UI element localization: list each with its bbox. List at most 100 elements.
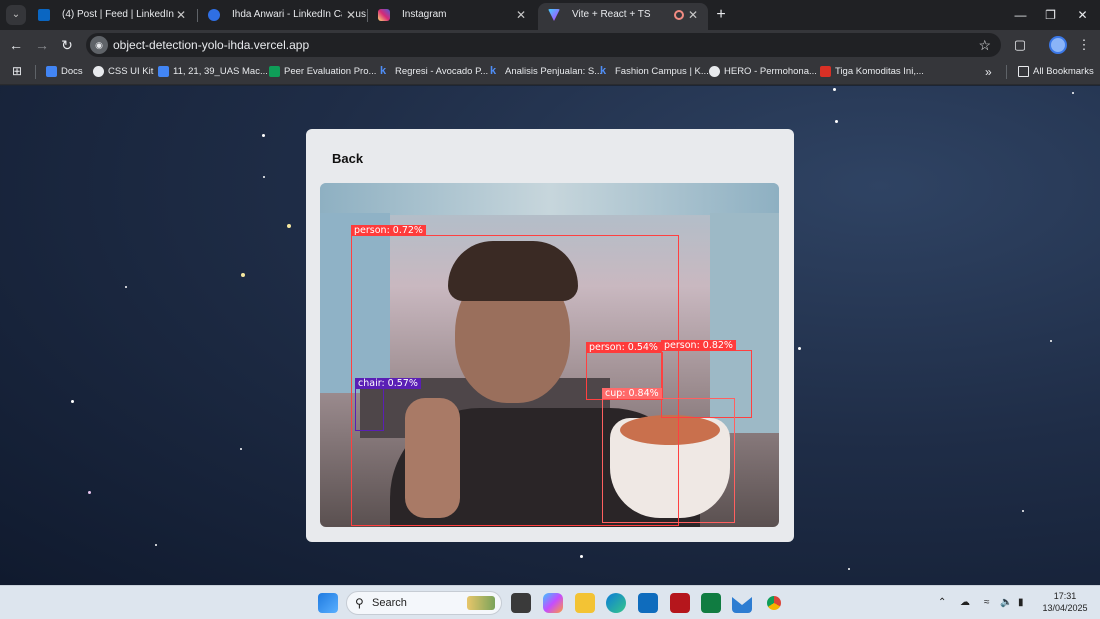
sheets-icon [269,66,280,77]
bookmark-peer-evaluation[interactable]: Peer Evaluation Pro... [269,60,376,84]
star-dot [88,491,91,494]
bookmark-hero[interactable]: HERO - Permohona... [709,60,817,84]
tab-vite-react[interactable]: Vite + React + TS ✕ [538,3,708,30]
bookmark-label: Peer Evaluation Pro... [284,66,377,77]
onedrive-icon[interactable]: ☁ [960,595,970,611]
mail-icon[interactable] [732,597,752,613]
volume-icon[interactable]: 🔈 [1000,595,1012,611]
xbox-icon[interactable] [701,593,721,613]
tab-search-chevron-icon[interactable]: ⌄ [6,5,26,25]
url-text: object-detection-yolo-ihda.vercel.app [113,38,310,52]
extensions-icon[interactable]: ▢ [1010,35,1030,55]
outlook-icon[interactable] [638,593,658,613]
browser-menu-icon[interactable]: ⋮ [1074,35,1094,55]
bookmark-label: Tiga Komoditas Ini,... [835,66,924,77]
show-hidden-icons-icon[interactable]: ⌃ [938,595,946,611]
app-red-icon[interactable] [670,593,690,613]
back-arrow-icon[interactable]: ← [6,35,26,55]
kaggle-icon: k [600,65,607,77]
bookmark-analisis-penjualan[interactable]: k Analisis Penjualan: S... [490,60,602,84]
bookmark-label: Analisis Penjualan: S... [505,66,603,77]
star-dot [580,555,583,558]
search-placeholder: Search [372,597,407,609]
star-dot [835,120,838,123]
address-bar[interactable]: ◉ object-detection-yolo-ihda.vercel.app … [86,33,1001,57]
kaggle-icon: k [380,65,387,77]
linkedin-icon [38,9,50,21]
star-dot [1072,92,1074,94]
all-bookmarks-folder[interactable]: All Bookmarks [1018,60,1094,84]
close-tab-icon[interactable]: ✕ [341,3,356,27]
edge-icon[interactable] [606,593,626,613]
bookmark-regresi[interactable]: k Regresi - Avocado P... [380,60,488,84]
docs-icon [46,66,57,77]
new-tab-button[interactable]: + [712,5,730,25]
chrome-icon[interactable] [764,593,784,613]
star-dot [155,544,157,546]
folder-icon [1018,66,1029,77]
star-dot [833,88,836,91]
detection-label: chair: 0.57% [355,378,421,389]
carousel-icon [208,9,220,21]
detection-label: cup: 0.84% [602,388,662,399]
taskbar-search-input[interactable]: ⚲ Search [346,591,502,615]
bookmark-uas[interactable]: 11, 21, 39_UAS Mac... [158,60,268,84]
tab-bar: ⌄ (4) Post | Feed | LinkedIn ✕ Ihda Anwa… [0,0,1100,30]
kaggle-icon: k [490,65,497,77]
battery-icon[interactable]: ▮ [1018,595,1024,611]
globe-icon [93,66,104,77]
bookmark-tiga-komoditas[interactable]: Tiga Komoditas Ini,... [820,60,924,84]
bookmark-fashion-campus[interactable]: k Fashion Campus | K... [600,60,709,84]
forward-arrow-icon[interactable]: → [32,35,52,55]
reload-icon[interactable]: ↻ [57,35,77,55]
star-dot [848,568,850,570]
tab-linkedin-feed[interactable]: (4) Post | Feed | LinkedIn ✕ [28,3,196,30]
taskbar-clock[interactable]: 17:31 13/04/2025 [1040,590,1090,614]
windows-start-icon[interactable] [318,593,338,613]
star-dot [798,347,801,350]
bookmark-divider [35,65,36,79]
restore-icon[interactable]: ❐ [1033,0,1068,30]
clock-time: 17:31 [1053,591,1077,601]
bookmark-label: HERO - Permohona... [724,66,817,77]
close-window-icon[interactable]: ✕ [1065,0,1100,30]
tab-instagram[interactable]: Instagram ✕ [368,3,536,30]
webcam-video-feed: person: 0.72% person: 0.54% person: 0.82… [320,183,779,527]
star-dot [262,134,265,137]
ceiling [320,183,779,215]
bookmark-star-icon[interactable]: ☆ [978,33,991,57]
profile-avatar-icon[interactable] [1049,36,1067,54]
bookmarks-bar: ⊞ Docs CSS UI Kit 11, 21, 39_UAS Mac... … [0,60,1100,85]
vite-icon [548,9,560,21]
star-dot [241,273,245,277]
tab-title: Instagram [402,9,447,20]
detection-label: person: 0.82% [661,340,736,351]
clock-date: 13/04/2025 [1042,603,1088,613]
star-dot [240,448,242,450]
detection-card: Back person: 0.72% person: 0.54% person:… [306,129,794,542]
wifi-icon[interactable]: ≈ [984,595,990,611]
close-tab-icon[interactable]: ✕ [688,3,698,27]
bookmark-css-ui-kit[interactable]: CSS UI Kit [93,60,153,84]
copilot-icon[interactable] [543,593,563,613]
bookmark-label: Regresi - Avocado P... [395,66,489,77]
close-tab-icon[interactable]: ✕ [516,3,526,27]
apps-grid-icon[interactable]: ⊞ [12,64,26,78]
close-tab-icon[interactable]: ✕ [176,3,186,27]
bookmark-label: All Bookmarks [1033,66,1094,77]
docs-icon [158,66,169,77]
browser-toolbar: ← → ↻ ◉ object-detection-yolo-ihda.verce… [0,30,1100,60]
recording-indicator-icon [674,10,684,20]
detection-box-cup: cup: 0.84% [602,388,735,523]
task-view-icon[interactable] [511,593,531,613]
tab-linkedin-carousel[interactable]: Ihda Anwari - LinkedIn Carousel ✕ [198,3,366,30]
bookmark-docs[interactable]: Docs [46,60,83,84]
more-bookmarks-icon[interactable]: » [985,60,992,84]
file-explorer-icon[interactable] [575,593,595,613]
site-info-icon[interactable]: ◉ [90,36,108,54]
search-icon: ⚲ [355,596,364,610]
star-dot [1022,510,1024,512]
detection-label: person: 0.72% [351,225,426,236]
back-button[interactable]: Back [332,151,363,166]
windows-taskbar: ⚲ Search ⌃ ☁ ≈ 🔈 ▮ 17:31 13/04/2025 [0,585,1100,619]
